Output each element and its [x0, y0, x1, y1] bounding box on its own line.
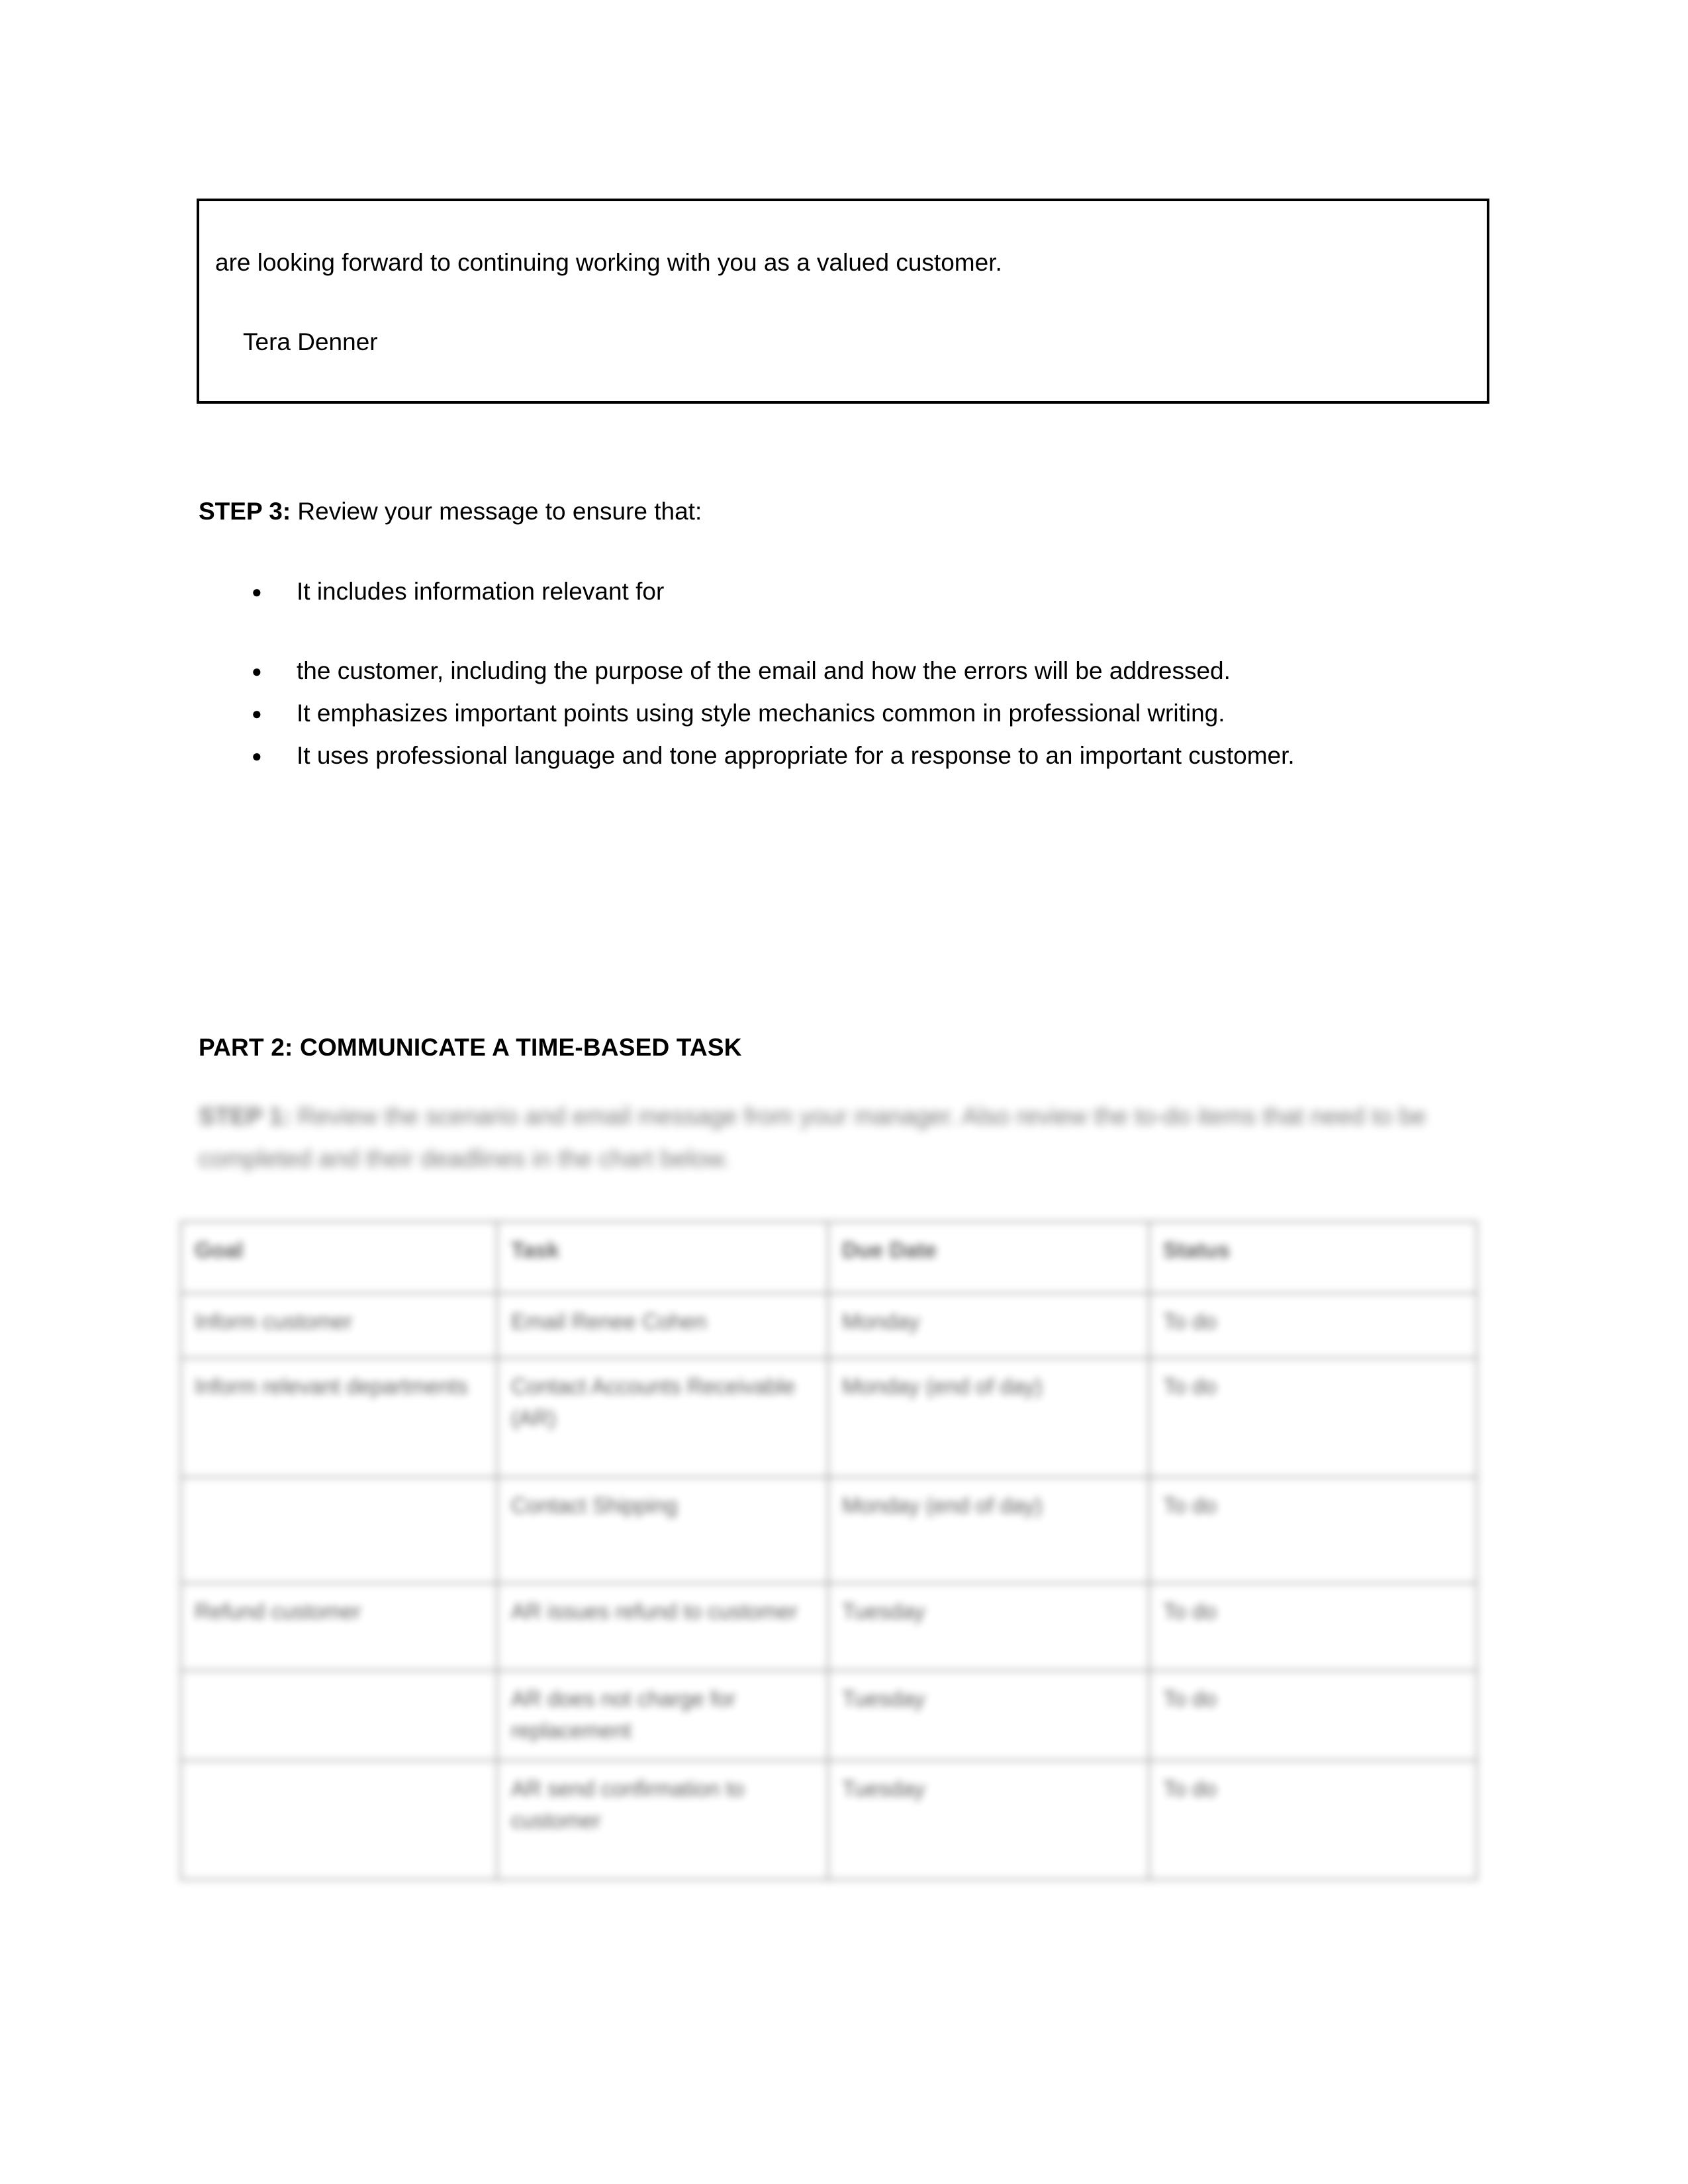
cell-status: To do [1149, 1760, 1477, 1880]
email-closing-line: are looking forward to continuing workin… [215, 249, 1002, 276]
document-page: are looking forward to continuing workin… [0, 0, 1688, 2184]
cell-due: Monday (end of day) [827, 1477, 1150, 1584]
step3-instruction: STEP 3: Review your message to ensure th… [199, 496, 1456, 527]
list-item: It uses professional language and tone a… [199, 735, 1456, 777]
step3-bullet-list: It includes information relevant for the… [199, 570, 1456, 777]
cell-due: Monday [827, 1293, 1150, 1359]
cell-task: Email Renee Cohen [496, 1293, 829, 1359]
table-row: AR send confirmation to customer Tuesday… [180, 1760, 1477, 1880]
cell-due: Tuesday [827, 1760, 1150, 1880]
list-item: It emphasizes important points using sty… [199, 692, 1456, 735]
part2-intro-paragraph: STEP 1: Review the scenario and email me… [199, 1095, 1456, 1180]
table-row: AR does not charge for replacement Tuesd… [180, 1670, 1477, 1761]
email-signature: Tera Denner [243, 328, 378, 355]
list-item: It includes information relevant for [199, 570, 1456, 613]
cell-status: To do [1149, 1670, 1477, 1761]
part2-heading: PART 2: COMMUNICATE A TIME-BASED TASK [199, 1034, 742, 1061]
table-row: Inform relevant departments Contact Acco… [180, 1357, 1477, 1478]
part2-step-label: STEP 1: [199, 1103, 291, 1130]
table-row: Inform customer Email Renee Cohen Monday… [180, 1293, 1477, 1359]
task-table-container: Goal Task Due Date Status Inform custome… [180, 1221, 1477, 1880]
cell-goal: Inform customer [180, 1293, 498, 1359]
cell-goal [180, 1477, 498, 1584]
cell-goal: Refund customer [180, 1582, 498, 1671]
step3-label: STEP 3: [199, 498, 291, 525]
cell-goal [180, 1670, 498, 1761]
column-header-due: Due Date [827, 1221, 1150, 1294]
cell-task: AR does not charge for replacement [496, 1670, 829, 1761]
cell-goal [180, 1760, 498, 1880]
table-header-row: Goal Task Due Date Status [180, 1221, 1477, 1294]
cell-due: Tuesday [827, 1670, 1150, 1761]
cell-status: To do [1149, 1293, 1477, 1359]
cell-task: Contact Shipping [496, 1477, 829, 1584]
bullet-text: the customer, including the purpose of t… [297, 657, 1231, 684]
cell-due: Tuesday [827, 1582, 1150, 1671]
bullet-text: It includes information relevant for [297, 578, 665, 605]
column-header-status: Status [1149, 1221, 1477, 1294]
cell-status: To do [1149, 1477, 1477, 1584]
bullet-text: It emphasizes important points using sty… [297, 700, 1225, 727]
cell-task: AR send confirmation to customer [496, 1760, 829, 1880]
task-table: Goal Task Due Date Status Inform custome… [180, 1221, 1477, 1880]
cell-goal: Inform relevant departments [180, 1357, 498, 1478]
cell-due: Monday (end of day) [827, 1357, 1150, 1478]
cell-status: To do [1149, 1582, 1477, 1671]
part2-intro-text: Review the scenario and email message fr… [199, 1103, 1427, 1172]
cell-task: AR issues refund to customer [496, 1582, 829, 1671]
step3-intro-text: Review your message to ensure that: [291, 498, 702, 525]
cell-status: To do [1149, 1357, 1477, 1478]
table-row: Contact Shipping Monday (end of day) To … [180, 1477, 1477, 1584]
table-row: Refund customer AR issues refund to cust… [180, 1582, 1477, 1671]
cell-task: Contact Accounts Receivable (AR) [496, 1357, 829, 1478]
bullet-text: It uses professional language and tone a… [297, 742, 1295, 769]
email-quote-box: are looking forward to continuing workin… [197, 199, 1489, 404]
column-header-task: Task [496, 1221, 829, 1294]
list-item: the customer, including the purpose of t… [199, 650, 1456, 692]
column-header-goal: Goal [180, 1221, 498, 1294]
